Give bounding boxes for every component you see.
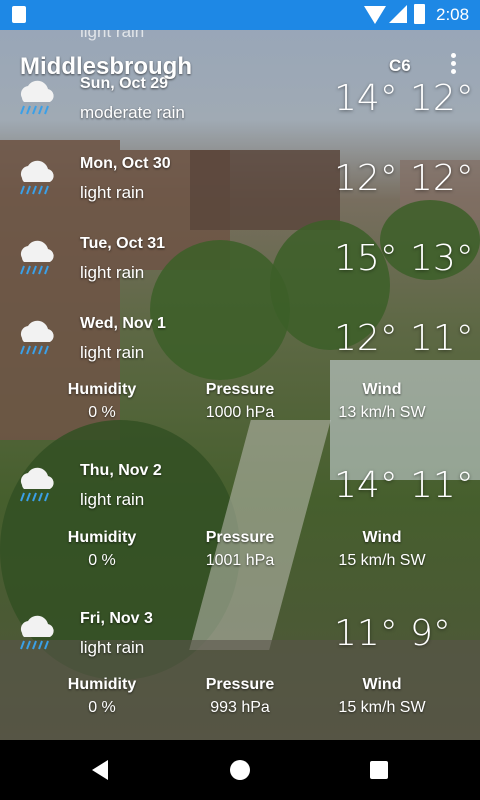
humidity-label: Humidity (67, 676, 137, 693)
battery-icon (414, 4, 425, 24)
humidity-value: 0 % (88, 552, 116, 569)
humidity-value: 0 % (88, 404, 116, 421)
pressure-value: 1000 hPa (205, 404, 275, 421)
forecast-high: 11° (334, 613, 398, 654)
forecast-desc: light rain (80, 638, 145, 657)
pressure-label: Pressure (205, 529, 275, 546)
forecast-date: Wed, Nov 1 (80, 315, 166, 332)
wind-value: 15 km/h SW (338, 552, 426, 569)
humidity-label: Humidity (67, 381, 137, 398)
rain-cloud-icon (20, 80, 54, 115)
rain-cloud-icon (20, 615, 54, 650)
pressure-value: 1001 hPa (205, 552, 275, 569)
background-photo (0, 0, 480, 740)
forecast-desc: light rain (80, 343, 145, 362)
more-vert-icon[interactable] (448, 53, 458, 79)
forecast-date: Tue, Oct 31 (80, 235, 166, 252)
wind-value: 13 km/h SW (338, 404, 426, 421)
pressure-value: 993 hPa (210, 699, 270, 716)
wind-label: Wind (362, 381, 402, 398)
wind-value: 15 km/h SW (338, 699, 426, 716)
forecast-high: 15° (334, 238, 398, 279)
humidity-label: Humidity (67, 529, 137, 546)
forecast-date: Thu, Nov 2 (80, 462, 162, 479)
home-icon[interactable] (230, 760, 250, 780)
forecast-low: 12° (410, 158, 474, 199)
forecast-low: 11° (410, 465, 474, 506)
pressure-label: Pressure (205, 381, 275, 398)
rain-cloud-icon (20, 467, 54, 502)
forecast-desc: light rain (80, 183, 145, 202)
forecast-desc: light rain (80, 263, 145, 282)
wind-label: Wind (362, 529, 402, 546)
forecast-low: 13° (410, 238, 474, 279)
humidity-value: 0 % (88, 699, 116, 716)
forecast-high: 14° (334, 78, 398, 119)
recents-icon[interactable] (370, 761, 388, 779)
city-title: Middlesbrough (20, 53, 192, 80)
status-bar: 2:08 (0, 0, 480, 30)
forecast-low: 12° (410, 78, 474, 119)
pressure-label: Pressure (205, 676, 275, 693)
forecast-date: Mon, Oct 30 (80, 155, 171, 172)
sd-card-icon (12, 6, 26, 23)
wind-label: Wind (362, 676, 402, 693)
forecast-low: 9° (410, 613, 451, 654)
back-icon[interactable] (92, 760, 108, 780)
forecast-desc: light rain (80, 490, 145, 509)
forecast-desc: moderate rain (80, 103, 185, 122)
signal-icon (389, 5, 407, 23)
forecast-low: 11° (410, 318, 474, 359)
forecast-high: 12° (334, 318, 398, 359)
forecast-date: Fri, Nov 3 (80, 610, 153, 627)
rain-cloud-icon (20, 160, 54, 195)
status-time: 2:08 (436, 5, 470, 24)
rain-cloud-icon (20, 320, 54, 355)
forecast-high: 14° (334, 465, 398, 506)
unit-toggle[interactable]: C6 (389, 56, 411, 76)
wifi-icon (364, 6, 386, 24)
rain-cloud-icon (20, 240, 54, 275)
forecast-high: 12° (334, 158, 398, 199)
